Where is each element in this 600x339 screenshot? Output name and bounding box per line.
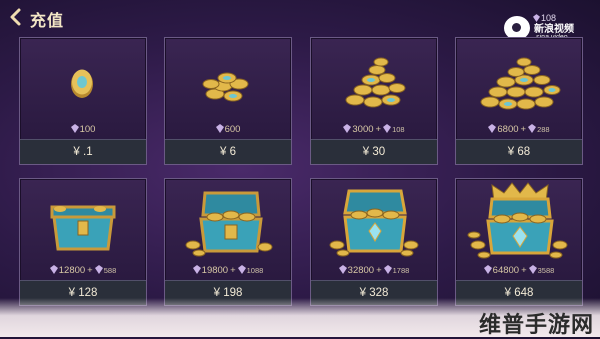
large-coin-pile-icon [480,57,561,110]
gem-amount: 32800 +1788 [311,265,437,277]
page-title: 充值 [30,13,65,30]
plus-sign: + [521,265,527,276]
price-button[interactable]: ¥ .1 [20,139,146,164]
gem-amount: 64800 +3588 [456,265,582,277]
gem-icon [343,124,352,133]
bonus-amount: 588 [103,266,117,275]
plus-sign: + [87,265,93,276]
site-watermark: 维普手游网 [479,312,595,337]
product-card-3[interactable]: 3000 +108 ¥ 30 [310,37,438,165]
gem-amount: 600 [165,124,291,136]
gem-amount: 12800 +588 [20,265,146,277]
plus-sign: + [520,124,527,135]
small-coin-pile-icon [202,72,249,102]
gem-icon [383,124,392,133]
price-button[interactable]: ¥ 68 [456,139,582,164]
product-card-6[interactable]: 19800 +1088 ¥ 198 [164,178,292,306]
gem-icon [215,124,224,133]
bonus-amount: 3588 [537,266,555,275]
gem-icon [383,265,392,274]
gem-icon [528,124,537,133]
product-card-5[interactable]: 12800 +588 ¥ 128 [19,178,147,306]
product-card-7[interactable]: 32800 +1788 ¥ 328 [310,178,438,306]
base-amount: 6800 [497,124,519,135]
watermark-brand: 新浪视频 [534,24,574,35]
plus-sign: + [376,265,382,276]
gem-icon [488,124,497,133]
base-amount: 12800 [58,265,86,276]
gem-amount: 6800 +288 [456,124,582,136]
bonus-amount: 1088 [246,266,264,275]
gem-icon [49,265,58,274]
price-button[interactable]: ¥ 30 [311,139,437,164]
single-coin-icon [71,69,93,98]
base-amount: 100 [79,124,96,135]
jeweled-chest-icon [329,189,419,257]
gem-amount: 19800 +1088 [165,265,291,277]
small-chest-icon [50,205,116,251]
gem-icon [237,265,246,274]
gem-icon [483,265,492,274]
open-chest-icon [185,191,273,257]
product-card-1[interactable]: 100 ¥ .1 [19,37,147,165]
grand-chest-icon [467,182,568,259]
coin-pile-icon [345,57,406,108]
base-amount: 64800 [492,265,520,276]
base-amount: 32800 [347,265,375,276]
bonus-amount: 288 [537,125,550,134]
plus-sign: + [375,124,382,135]
gem-amount: 100 [20,124,146,136]
top-bar: 充值 108 新浪视频 sina video [0,0,600,41]
product-card-2[interactable]: 600 ¥ 6 [164,37,292,165]
product-card-4[interactable]: 6800 +288 ¥ 68 [455,37,583,165]
chevron-left-icon[interactable] [6,7,26,27]
price-button[interactable]: ¥ 6 [165,139,291,164]
base-amount: 3000 [352,124,374,135]
gem-icon [70,124,79,133]
plus-sign: + [230,265,236,276]
gem-icon [94,265,103,274]
base-amount: 600 [224,124,241,135]
base-amount: 19800 [201,265,229,276]
bonus-amount: 1788 [392,266,410,275]
gem-amount: 3000 +108 [311,124,437,136]
gem-icon [338,265,347,274]
bonus-amount: 108 [392,125,405,134]
gem-icon [192,265,201,274]
product-card-8[interactable]: 64800 +3588 ¥ 648 [455,178,583,306]
gem-icon [528,265,537,274]
